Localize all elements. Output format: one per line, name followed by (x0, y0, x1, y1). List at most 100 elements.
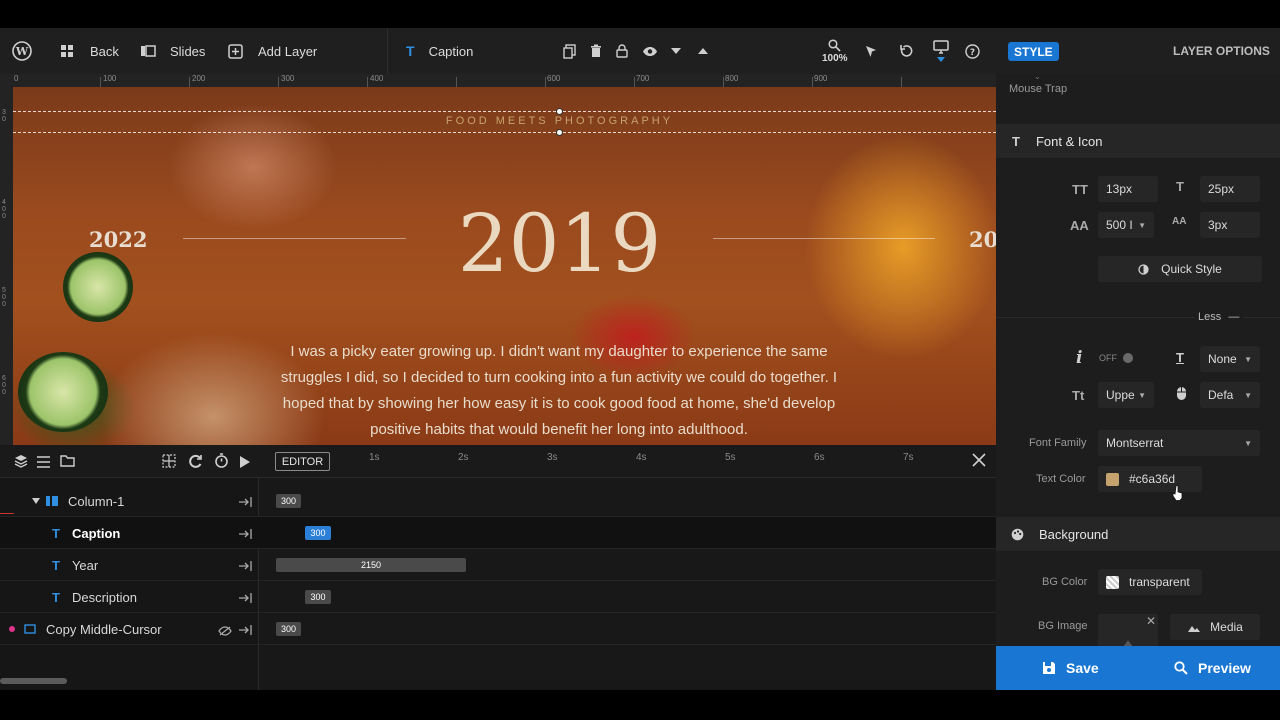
remove-image-icon[interactable]: ✕ (1144, 614, 1158, 628)
editor-tab[interactable]: EDITOR (275, 452, 330, 471)
align-end-icon[interactable] (239, 590, 252, 608)
timing-bar[interactable]: 300 (305, 590, 331, 604)
table-row[interactable]: T Year 2150 (0, 549, 996, 581)
time-mark: 7s (903, 452, 914, 463)
duplicate-layer-button[interactable] (563, 28, 576, 74)
ruler-tick (545, 77, 546, 87)
table-row[interactable]: Copy Middle-Cursor 300 (0, 613, 996, 645)
timing-bar[interactable]: 300 (276, 622, 301, 636)
bg-color-picker[interactable]: transparent (1098, 569, 1202, 595)
list-icon[interactable] (37, 455, 50, 473)
ruler-tick (812, 77, 813, 87)
timing-bar[interactable]: 300 (305, 526, 331, 540)
line-height-input[interactable]: 25px (1200, 176, 1260, 202)
save-button[interactable]: Save (1042, 646, 1099, 690)
slides-label: Slides (170, 43, 206, 59)
ruler-mark: 200 (192, 74, 206, 83)
delete-layer-button[interactable] (590, 28, 602, 74)
resize-handle-bottom[interactable] (556, 129, 563, 136)
year-main[interactable]: 2019 (413, 197, 706, 290)
close-timeline-icon[interactable] (972, 453, 986, 472)
snap-grid-icon[interactable] (162, 454, 176, 473)
time-mark: 5s (725, 452, 736, 463)
visibility-button[interactable] (642, 28, 658, 74)
font-weight-icon: AA (1070, 218, 1089, 233)
table-row[interactable]: Column-1 300 (0, 485, 996, 517)
back-button[interactable]: Back (60, 28, 119, 74)
help-button[interactable]: ? (965, 28, 980, 74)
time-scale[interactable]: 1s 2s 3s 4s 5s 6s 7s (335, 452, 965, 464)
font-size-input[interactable]: 13px (1098, 176, 1158, 202)
layer-options-tab[interactable]: LAYER OPTIONS (1173, 44, 1270, 58)
column-layer[interactable]: Column-1 (32, 485, 124, 517)
undo-icon (900, 45, 913, 57)
align-end-icon[interactable] (239, 526, 252, 544)
background-section-header[interactable]: Background (996, 517, 1280, 551)
font-icon-section-header[interactable]: T Font & Icon (996, 124, 1280, 158)
font-family-select[interactable]: Montserrat ▼ (1098, 430, 1260, 456)
style-panel: STYLE LAYER OPTIONS ⌄ Mouse Trap T Font … (996, 28, 1280, 646)
select-tool-button[interactable] (865, 28, 877, 74)
play-icon[interactable] (240, 455, 250, 473)
table-row[interactable]: T Description 300 (0, 581, 996, 613)
bg-image-label: BG Image (1038, 620, 1088, 632)
style-tab[interactable]: STYLE (1008, 42, 1059, 61)
move-down-button[interactable] (671, 28, 681, 74)
palette-icon (1011, 528, 1024, 540)
hidden-eye-icon[interactable] (218, 623, 232, 641)
caption-layer-item[interactable]: T Caption (52, 517, 120, 549)
wordpress-logo-icon[interactable]: W (12, 28, 32, 74)
collapse-caret-icon[interactable] (32, 498, 40, 504)
table-row[interactable]: T Caption 300 (0, 517, 996, 549)
svg-text:W: W (15, 45, 29, 58)
align-end-icon[interactable] (239, 558, 252, 576)
text-decoration-select[interactable]: None ▼ (1200, 346, 1260, 372)
cursor-select[interactable]: Defa ▼ (1200, 382, 1260, 408)
year-next[interactable]: 20 (969, 227, 996, 252)
caret-down-icon (671, 48, 681, 54)
description-layer-item[interactable]: T Description (52, 581, 137, 613)
folder-icon[interactable] (60, 454, 75, 472)
slides-button[interactable]: Slides (140, 28, 205, 74)
layers-icon[interactable] (14, 454, 28, 473)
text-transform-icon: Tt (1072, 388, 1085, 403)
media-button[interactable]: Media (1170, 614, 1260, 640)
timing-bar[interactable]: 300 (276, 494, 301, 508)
text-transform-select[interactable]: Uppe ▼ (1098, 382, 1154, 408)
undo-button[interactable] (899, 28, 913, 74)
back-label: Back (90, 43, 119, 59)
align-end-icon[interactable] (239, 622, 252, 640)
less-toggle[interactable]: Less — (1194, 311, 1244, 323)
device-preview-button[interactable] (933, 28, 949, 74)
lock-layer-button[interactable] (616, 28, 628, 74)
description-layer[interactable]: I was a picky eater growing up. I didn't… (270, 339, 848, 443)
vruler-mark: 4 0 0 (2, 199, 6, 220)
timing-bar[interactable]: 2150 (276, 558, 466, 572)
current-layer-selector[interactable]: T Caption (406, 28, 473, 74)
ruler-tick (367, 77, 368, 87)
preview-button[interactable]: Preview (1174, 646, 1251, 690)
text-color-picker[interactable]: #c6a36d (1098, 466, 1202, 492)
top-toolbar: W Back Slides Add Layer T Caption 100% ? (0, 28, 996, 74)
zoom-control[interactable]: 100% (822, 28, 848, 74)
add-layer-label: Add Layer (258, 43, 318, 59)
year-layer-item[interactable]: T Year (52, 549, 98, 581)
align-end-icon[interactable] (239, 494, 252, 512)
ruler-mark: 900 (814, 74, 828, 83)
letter-spacing-input[interactable]: 3px (1200, 212, 1260, 238)
year-previous[interactable]: 2022 (89, 227, 147, 252)
quick-style-button[interactable]: Quick Style (1098, 256, 1262, 282)
ruler-tick (100, 77, 101, 87)
slide-canvas[interactable]: FOOD MEETS PHOTOGRAPHY 2022 2019 20 I wa… (13, 87, 996, 445)
horizontal-scrollbar[interactable] (0, 678, 67, 684)
resize-handle-top[interactable] (556, 108, 563, 115)
font-weight-select[interactable]: 500 I ▼ (1098, 212, 1154, 238)
italic-toggle[interactable]: OFF (1099, 347, 1141, 369)
move-up-button[interactable] (698, 28, 708, 74)
add-layer-button[interactable]: Add Layer (228, 28, 317, 74)
stopwatch-icon[interactable] (214, 453, 229, 473)
toolbar-divider (387, 28, 388, 74)
copy-layer-item[interactable]: Copy Middle-Cursor (24, 613, 162, 645)
caption-layer[interactable]: FOOD MEETS PHOTOGRAPHY (13, 115, 996, 127)
loop-icon[interactable] (188, 454, 203, 473)
